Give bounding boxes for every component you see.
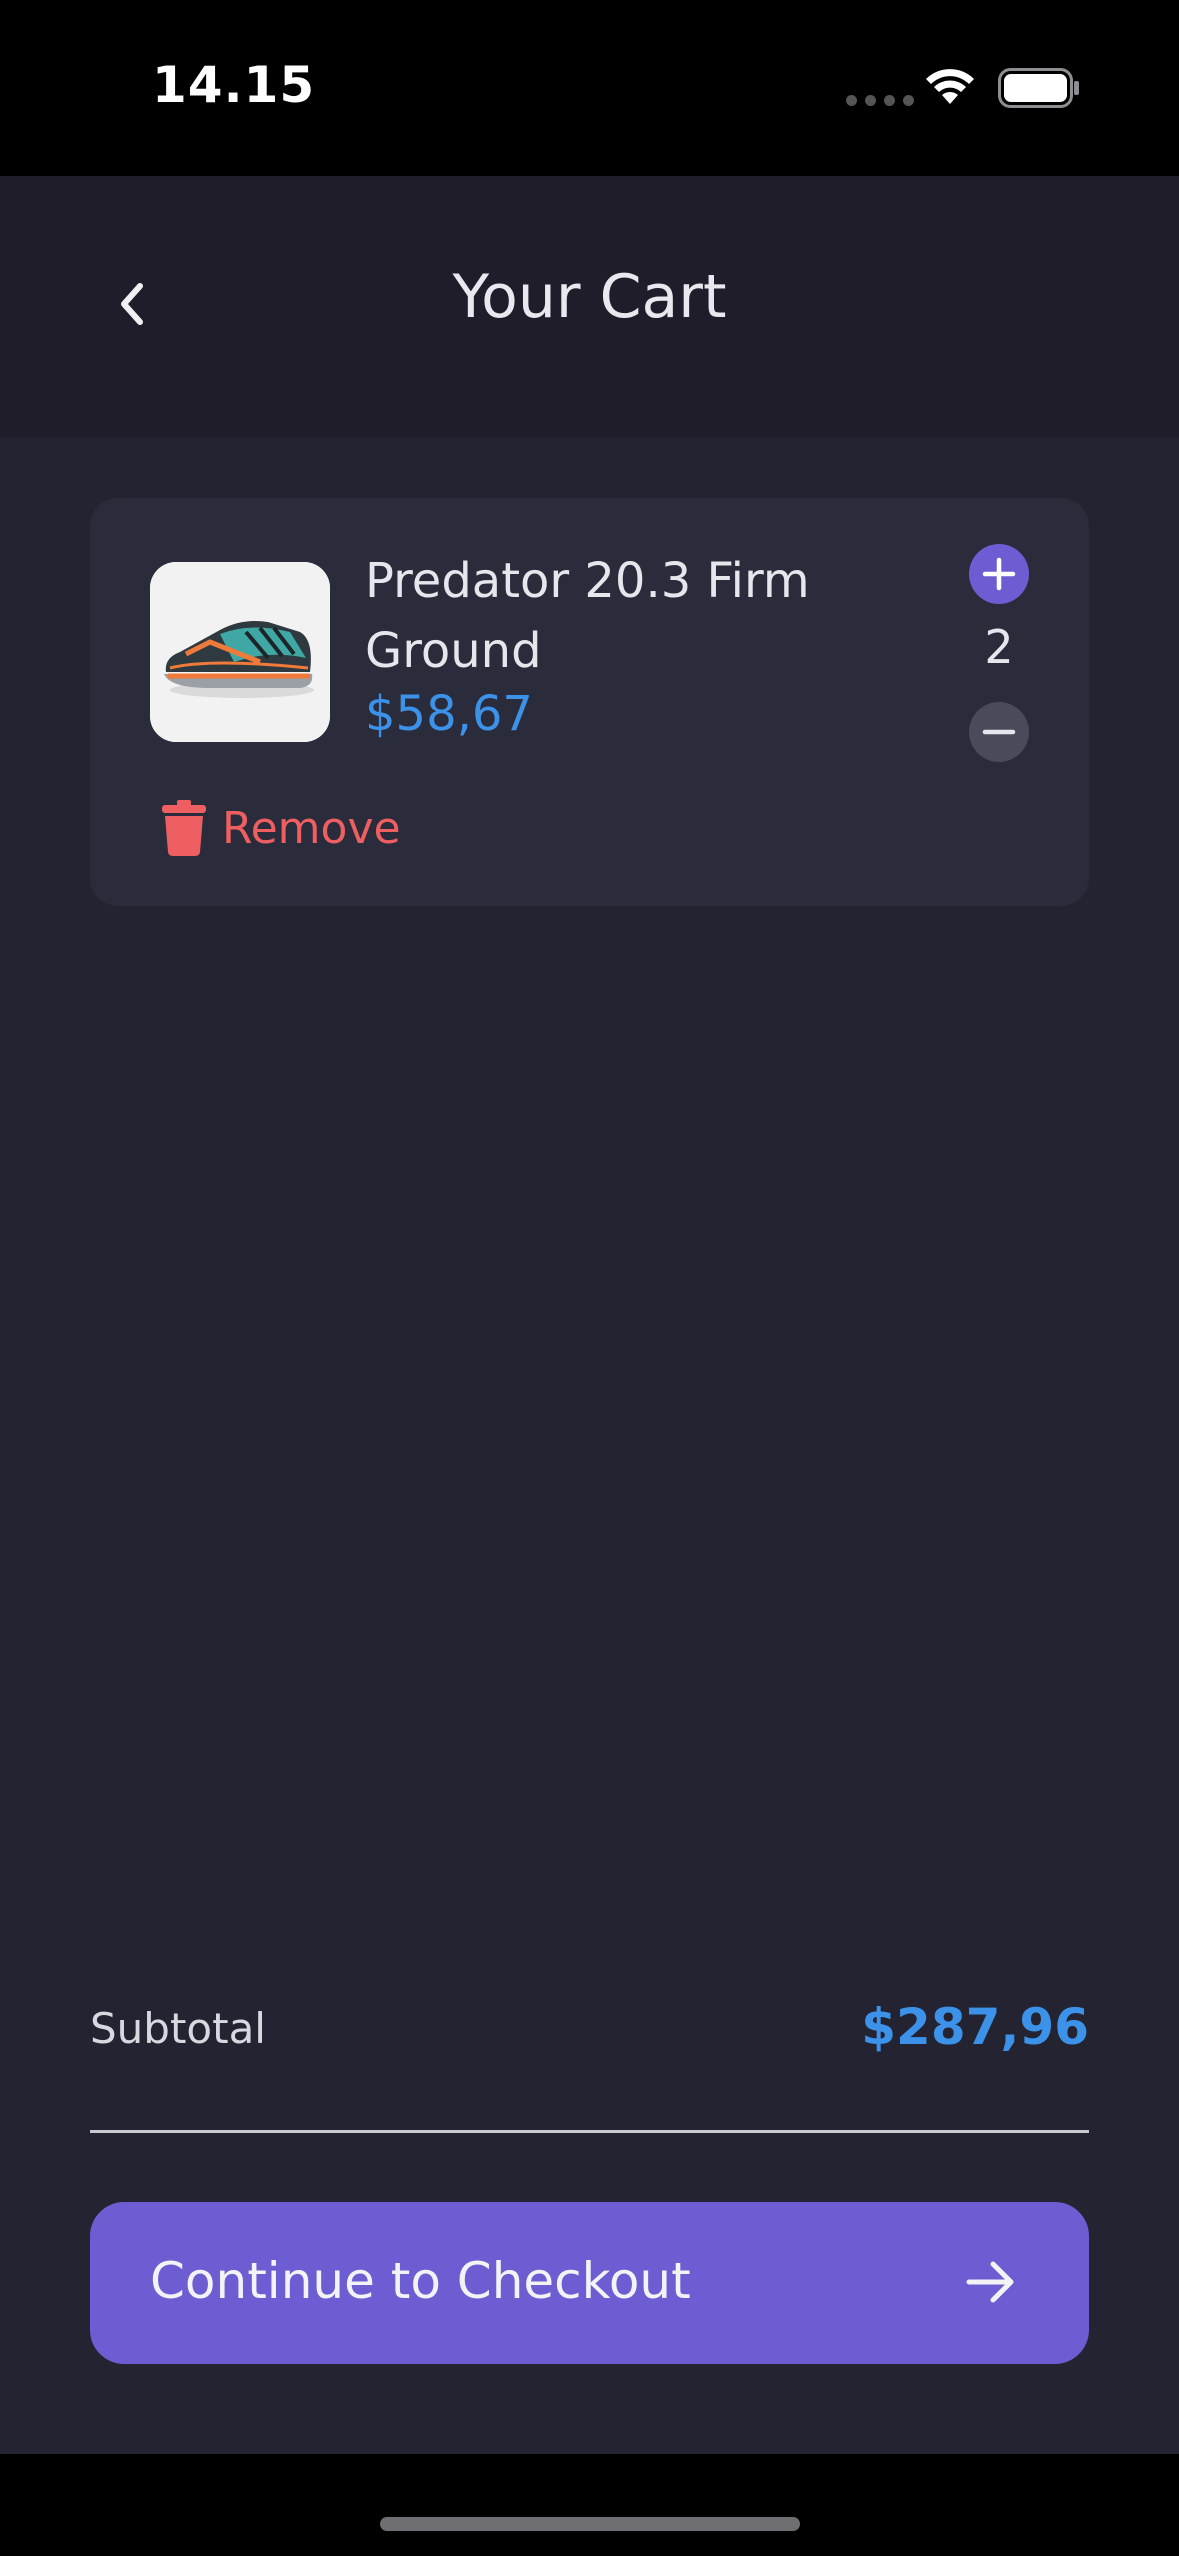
checkout-label: Continue to Checkout xyxy=(150,2252,691,2310)
quantity-value: 2 xyxy=(984,620,1014,674)
continue-to-checkout-button[interactable]: Continue to Checkout xyxy=(90,2202,1089,2364)
remove-item-button[interactable]: Remove xyxy=(162,796,401,860)
cellular-signal-icon xyxy=(846,95,914,106)
home-indicator[interactable] xyxy=(380,2517,800,2531)
increase-quantity-button[interactable] xyxy=(969,544,1029,604)
product-image[interactable] xyxy=(150,562,330,742)
home-indicator-area xyxy=(0,2454,1179,2556)
divider xyxy=(90,2130,1089,2133)
remove-label: Remove xyxy=(222,802,401,854)
product-name: Predator 20.3 Firm Ground xyxy=(365,553,810,679)
minus-icon xyxy=(982,729,1016,735)
battery-icon xyxy=(998,68,1079,108)
decrease-quantity-button[interactable] xyxy=(969,702,1029,762)
shoe-image xyxy=(150,562,330,742)
status-time: 14.15 xyxy=(152,56,316,114)
trash-icon xyxy=(162,800,206,856)
arrow-right-icon xyxy=(966,2261,1014,2303)
subtotal-value: $287,96 xyxy=(861,1998,1089,2056)
wifi-icon xyxy=(926,69,974,104)
subtotal-label: Subtotal xyxy=(90,2004,266,2053)
status-bar: 14.15 xyxy=(0,0,1179,176)
product-price: $58,67 xyxy=(365,686,533,742)
page-title: Your Cart xyxy=(452,262,727,332)
plus-icon xyxy=(982,557,1016,591)
